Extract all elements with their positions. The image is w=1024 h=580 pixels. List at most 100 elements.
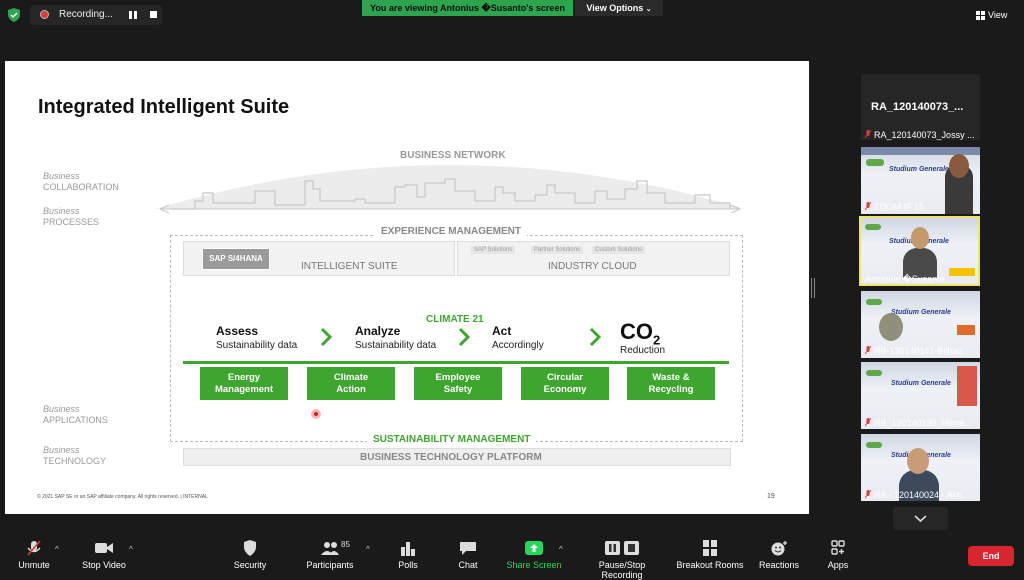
- climate-21-label: CLIMATE 21: [426, 314, 484, 325]
- step-assess-head: Assess: [216, 324, 259, 338]
- smiley-plus-icon: [771, 541, 787, 556]
- breakout-rooms-button[interactable]: Breakout Rooms: [676, 540, 744, 570]
- side-label-caps: TECHNOLOGY: [43, 456, 107, 466]
- pause-stop-recording-label: Pause/Stop Recording: [598, 560, 646, 580]
- chevron-right-icon: [458, 327, 471, 347]
- side-label-caps: COLLABORATION: [43, 182, 119, 192]
- share-screen-button[interactable]: Share Screen: [505, 540, 563, 570]
- participants-label: Participants: [306, 560, 354, 570]
- panel-resize-handle[interactable]: [811, 278, 815, 298]
- participant-face: [879, 313, 903, 341]
- chevron-right-icon: [589, 327, 602, 347]
- box-line1: Energy: [227, 371, 261, 383]
- tile-logo: [865, 224, 881, 230]
- side-label-processes: Business PROCESSES: [43, 206, 99, 228]
- mic-muted-icon: [27, 540, 41, 556]
- security-label: Security: [233, 560, 267, 570]
- co2-label: CO2: [620, 319, 660, 347]
- step-act-sub: Accordingly: [492, 340, 544, 351]
- participant-face: [907, 448, 929, 474]
- green-divider: [183, 361, 729, 364]
- industry-sub-partner: Partner Solutions: [531, 246, 584, 254]
- pause-stop-recording-button[interactable]: Pause/Stop Recording: [577, 540, 667, 580]
- participant-top-name: RA_120140073_...: [871, 101, 964, 113]
- side-label-italic: Business: [43, 445, 80, 455]
- chat-label: Chat: [458, 560, 478, 570]
- shield-icon[interactable]: [7, 8, 21, 22]
- participant-label-active: Antonius �Susanto: [865, 274, 945, 284]
- mic-muted-icon: [865, 202, 871, 211]
- breakout-rooms-label: Breakout Rooms: [676, 560, 744, 570]
- reactions-button[interactable]: Reactions: [756, 540, 802, 570]
- box-line2: Action: [336, 383, 366, 395]
- view-options-button[interactable]: View Options ⌄: [575, 0, 663, 16]
- chat-bubble-icon: [460, 542, 476, 555]
- side-label-italic: Business: [43, 171, 80, 181]
- mic-muted-icon: [865, 346, 871, 355]
- scroll-down-button[interactable]: [893, 507, 948, 530]
- tile-sticker: [957, 325, 975, 335]
- caret-up-icon[interactable]: ^: [366, 545, 370, 554]
- participant-name: ZOOM IF 15: [874, 202, 925, 212]
- shield-icon: [244, 540, 256, 556]
- stop-video-label: Stop Video: [82, 560, 126, 570]
- industry-cloud-label: INDUSTRY CLOUD: [548, 261, 637, 272]
- box-line2: Recycling: [648, 383, 694, 395]
- polls-button[interactable]: Polls: [392, 540, 424, 570]
- side-label-italic: Business: [43, 404, 80, 414]
- participant-label: RA_120140073_Jossy ...: [865, 129, 975, 140]
- apps-button[interactable]: Apps: [822, 540, 854, 570]
- tile-sticker: [949, 268, 975, 276]
- co2-text: CO: [620, 319, 653, 344]
- participant-face: [949, 154, 969, 178]
- pause-stop-icon: [605, 541, 639, 555]
- side-label-collaboration: Business COLLABORATION: [43, 171, 119, 193]
- box-line2: Management: [214, 383, 274, 395]
- chat-button[interactable]: Chat: [452, 540, 484, 570]
- participant-face: [911, 227, 929, 249]
- pointer-cursor-icon: [311, 409, 321, 419]
- bar-chart-icon: [401, 542, 415, 556]
- apps-label: Apps: [827, 560, 849, 570]
- participants-icon-wrap: 85: [302, 540, 358, 560]
- mic-muted-icon: [865, 490, 871, 499]
- participant-name: RB_120140130_Hilma...: [874, 418, 973, 428]
- participant-label: RA - 120140024 - Akh...: [865, 489, 970, 500]
- slide-page-number: 19: [767, 493, 775, 500]
- people-icon: [321, 542, 339, 555]
- pause-recording-icon[interactable]: [128, 10, 138, 20]
- experience-management-label: EXPERIENCE MANAGEMENT: [375, 226, 528, 237]
- box-climate-action: Climate Action: [307, 367, 395, 400]
- tile-logo: [866, 159, 884, 166]
- box-energy-management: Energy Management: [200, 367, 288, 400]
- mic-muted-icon: [865, 418, 871, 427]
- step-analyze-sub: Sustainability data: [355, 340, 437, 351]
- participants-button[interactable]: 85 Participants: [302, 540, 358, 570]
- step-analyze-head: Analyze: [355, 324, 401, 338]
- box-line1: Climate: [333, 371, 369, 383]
- participant-label: ZOOM IF 15: [865, 201, 924, 212]
- polls-label: Polls: [398, 560, 418, 570]
- apps-icon: [831, 540, 845, 555]
- unmute-button[interactable]: Unmute: [14, 540, 54, 570]
- chevron-down-icon: [914, 515, 927, 523]
- view-button[interactable]: View: [976, 6, 1020, 24]
- view-label: View: [988, 10, 1008, 20]
- security-button[interactable]: Security: [230, 540, 270, 570]
- stop-recording-icon[interactable]: [150, 11, 157, 18]
- caret-up-icon[interactable]: ^: [55, 545, 59, 554]
- business-network-label: BUSINESS NETWORK: [400, 150, 506, 161]
- end-meeting-button[interactable]: End: [968, 546, 1014, 566]
- participants-count: 85: [341, 540, 350, 549]
- box-line1: Circular: [547, 371, 583, 383]
- tile-logo: [866, 370, 882, 376]
- box-waste-recycling: Waste & Recycling: [627, 367, 715, 400]
- tile-thumb-title: Studium Generale: [891, 309, 951, 316]
- caret-up-icon[interactable]: ^: [559, 545, 563, 554]
- caret-up-icon[interactable]: ^: [129, 545, 133, 554]
- participant-name: RB-120140141-Bilhaq...: [874, 346, 971, 356]
- industry-sub-custom: Custom Solutions: [592, 246, 646, 254]
- unmute-label: Unmute: [18, 560, 50, 570]
- stop-video-button[interactable]: Stop Video: [78, 540, 130, 570]
- grid-icon: [703, 540, 717, 556]
